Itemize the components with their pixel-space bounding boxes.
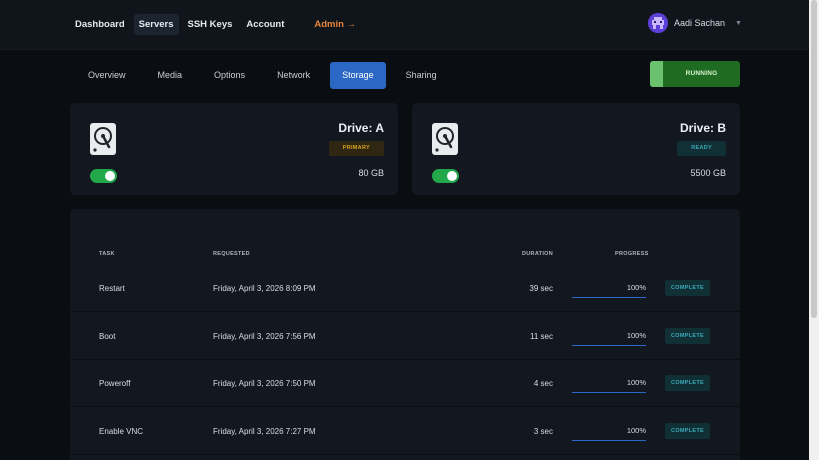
- status-badge: COMPLETE: [665, 328, 710, 344]
- drive-b-name: Drive: B: [679, 121, 726, 135]
- drive-a-size: 80 GB: [358, 168, 384, 178]
- task-progress: 100%: [572, 376, 646, 393]
- drive-card-a: Drive: A PRIMARY 80 GB: [70, 103, 398, 195]
- tab-network[interactable]: Network: [265, 62, 322, 89]
- nav-account[interactable]: Account: [241, 14, 289, 35]
- header-progress: PROGRESS: [615, 251, 649, 257]
- task-name: Poweroff: [99, 379, 131, 388]
- task-requested: Friday, April 3, 2026 7:56 PM: [213, 332, 316, 341]
- nav-ssh-keys[interactable]: SSH Keys: [183, 14, 238, 35]
- nav-servers[interactable]: Servers: [133, 14, 179, 35]
- hard-drive-icon: [432, 123, 458, 155]
- tab-options[interactable]: Options: [202, 62, 257, 89]
- task-duration: 4 sec: [533, 379, 553, 388]
- status-badge: COMPLETE: [665, 423, 710, 439]
- task-duration: 11 sec: [530, 332, 553, 341]
- task-duration: 3 sec: [533, 427, 553, 436]
- task-name: Enable VNC: [99, 427, 144, 436]
- status-label: RUNNING: [685, 70, 718, 77]
- drive-b-badge: READY: [677, 141, 726, 156]
- chevron-down-icon: ▼: [735, 19, 742, 27]
- tab-overview[interactable]: Overview: [76, 62, 138, 89]
- task-requested: Friday, April 3, 2026 8:09 PM: [213, 284, 316, 293]
- tab-storage[interactable]: Storage: [330, 62, 386, 89]
- tab-sharing[interactable]: Sharing: [394, 62, 449, 89]
- progress-percent: 100%: [626, 283, 646, 292]
- toggle-knob: [105, 171, 115, 181]
- drive-b-toggle[interactable]: [432, 169, 459, 183]
- drive-a-badge: PRIMARY: [328, 141, 384, 156]
- task-progress: 100%: [572, 329, 646, 346]
- main-nav: Dashboard Servers SSH Keys Account Admin…: [70, 14, 365, 35]
- task-name: Boot: [99, 332, 116, 341]
- avatar: [648, 13, 668, 33]
- tasks-table: TASK REQUESTED DURATION PROGRESS Restart…: [70, 209, 740, 460]
- user-menu[interactable]: Aadi Sachan ▼: [648, 13, 742, 33]
- table-row: Enable VNC Friday, April 3, 2026 7:27 PM…: [70, 408, 740, 455]
- task-progress: 100%: [572, 281, 646, 298]
- table-header: TASK REQUESTED DURATION PROGRESS: [70, 251, 740, 263]
- header-task: TASK: [99, 251, 115, 257]
- task-name: Restart: [99, 284, 125, 293]
- server-tabs: Overview Media Options Network Storage S…: [76, 62, 457, 89]
- header-requested: REQUESTED: [213, 251, 250, 257]
- status-badge: COMPLETE: [665, 280, 710, 296]
- top-navbar: Dashboard Servers SSH Keys Account Admin…: [0, 0, 809, 50]
- task-requested: Friday, April 3, 2026 7:50 PM: [213, 379, 316, 388]
- status-badge: COMPLETE: [665, 375, 710, 391]
- page-scrollbar[interactable]: [809, 0, 819, 460]
- task-requested: Friday, April 3, 2026 7:27 PM: [213, 427, 316, 436]
- progress-percent: 100%: [626, 331, 646, 340]
- status-stripe: [650, 61, 663, 87]
- drive-b-size: 5500 GB: [690, 168, 726, 178]
- hard-drive-icon: [90, 123, 116, 155]
- nav-admin[interactable]: Admin →: [309, 14, 361, 35]
- server-status-indicator: RUNNING: [650, 61, 740, 87]
- scrollbar-thumb[interactable]: [811, 0, 817, 318]
- table-row: Poweroff Friday, April 3, 2026 7:50 PM 4…: [70, 360, 740, 407]
- pixel-avatar-icon: [648, 13, 668, 33]
- table-row: Boot Friday, April 3, 2026 7:56 PM 11 se…: [70, 313, 740, 360]
- header-duration: DURATION: [522, 251, 554, 257]
- tab-media[interactable]: Media: [146, 62, 195, 89]
- table-row: Restart Friday, April 3, 2026 8:09 PM 39…: [70, 265, 740, 312]
- task-progress: 100%: [572, 424, 646, 441]
- progress-percent: 100%: [626, 426, 646, 435]
- toggle-knob: [447, 171, 457, 181]
- task-duration: 39 sec: [529, 284, 553, 293]
- drive-card-b: Drive: B READY 5500 GB: [412, 103, 740, 195]
- progress-percent: 100%: [626, 378, 646, 387]
- user-name: Aadi Sachan: [674, 18, 726, 28]
- drive-a-name: Drive: A: [338, 121, 384, 135]
- nav-dashboard[interactable]: Dashboard: [70, 14, 130, 35]
- drive-a-toggle[interactable]: [90, 169, 117, 183]
